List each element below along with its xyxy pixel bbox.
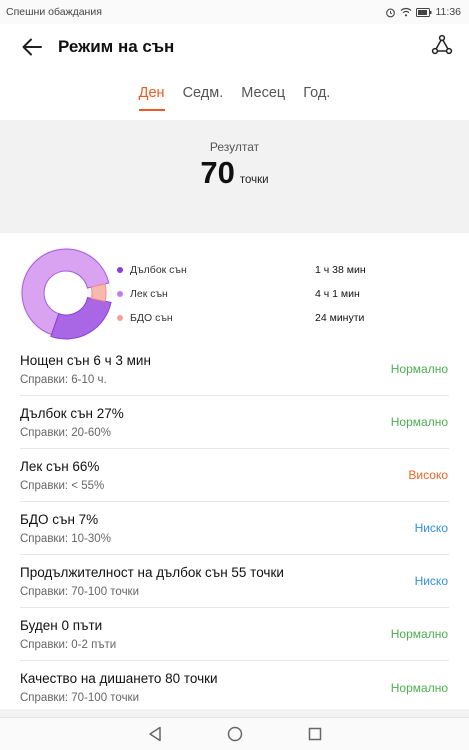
legend-row-deep: Дълбок сън 1 ч 38 мин (117, 258, 367, 282)
list-item: Лек сън 66% Справки: < 55% Високо (20, 449, 449, 502)
status-icons: 11:36 (385, 6, 462, 18)
system-nav-bar (0, 717, 469, 750)
metric-reference: Справки: 70-100 точки (20, 585, 140, 598)
arrow-left-icon (22, 38, 42, 56)
status-badge: Нормално (390, 680, 448, 695)
metric-title: Продължителност на дълбок сън 55 точки (20, 564, 284, 580)
metric-title: Дълбок сън 27% (20, 405, 124, 421)
legend-row-rem: БДО сън 24 минути (117, 306, 367, 330)
list-item: Дълбок сън 27% Справки: 20-60% Нормално (20, 396, 449, 449)
sleep-donut-chart (20, 247, 112, 340)
tab-day[interactable]: Ден (138, 73, 165, 113)
metric-title: Качество на дишането 80 точки (20, 671, 218, 686)
score-unit: точки (239, 174, 269, 186)
legend-value: 4 ч 1 мин (315, 288, 360, 300)
status-badge: Нормално (390, 415, 448, 429)
legend-name: Лек сън (130, 288, 168, 300)
period-tabs: Ден Седм. Месец Год. (0, 70, 469, 116)
page-title: Режим на сън (58, 37, 175, 56)
section-gap (0, 213, 469, 233)
status-badge: Високо (408, 468, 448, 482)
status-bar: Спешни обаждания 11:36 (0, 0, 469, 24)
alarm-icon (385, 8, 395, 17)
triangle-back-icon (148, 726, 161, 742)
list-item: Буден 0 пъти Справки: 0-2 пъти Нормално (20, 608, 449, 661)
legend-name: Дълбок сън (130, 264, 187, 276)
legend-value: 1 ч 38 мин (315, 264, 366, 276)
tab-week[interactable]: Седм. (183, 73, 224, 113)
metric-title: Лек сън 66% (20, 458, 100, 474)
bottom-divider (0, 709, 469, 717)
list-item: Продължителност на дълбок сън 55 точки Сп… (20, 555, 449, 608)
share-icon (431, 34, 453, 55)
tab-year[interactable]: Год. (303, 73, 330, 113)
score-value: 70 (200, 155, 235, 190)
metric-reference: Справки: 0-2 пъти (20, 638, 117, 651)
metric-reference: Справки: 10-30% (20, 532, 111, 545)
sleep-summary-card: Дълбок сън 1 ч 38 мин Лек сън 4 ч 1 мин … (0, 233, 469, 343)
list-item: Нощен сън 6 ч 3 мин Справки: 6-10 ч. Норм… (20, 343, 449, 396)
nav-recent-button[interactable] (305, 724, 325, 744)
metric-reference: Справки: 6-10 ч. (20, 373, 107, 386)
app-bar: Режим на сън (0, 24, 469, 70)
legend-dot-rem (117, 315, 123, 321)
status-badge: Нормално (390, 627, 448, 641)
square-recent-icon (308, 727, 321, 741)
metric-title: Нощен сън 6 ч 3 мин (20, 352, 151, 368)
score-label: Резултат (209, 140, 260, 154)
nav-home-button[interactable] (225, 724, 245, 744)
list-item: Качество на дишането 80 точки Справки: 70… (20, 661, 449, 714)
legend-row-light: Лек сън 4 ч 1 мин (117, 282, 367, 306)
score-row: 70 точки (200, 155, 268, 191)
legend-value: 24 минути (315, 312, 365, 324)
legend-dot-light (117, 291, 123, 297)
back-button[interactable] (20, 35, 44, 59)
tab-month[interactable]: Месец (241, 73, 285, 113)
legend-dot-deep (117, 267, 123, 273)
score-panel: Резултат 70 точки (0, 120, 469, 213)
battery-icon (415, 7, 431, 17)
nav-back-button[interactable] (145, 724, 165, 744)
status-badge: Ниско (414, 574, 448, 588)
donut-segment-rem (90, 283, 107, 302)
metric-reference: Справки: 70-100 точки (20, 692, 140, 704)
wifi-icon (400, 7, 411, 17)
metric-title: БДО сън 7% (20, 511, 99, 527)
carrier-text: Спешни обаждания (6, 6, 102, 18)
clock-time: 11:36 (435, 6, 462, 18)
list-item: БДО сън 7% Справки: 10-30% Ниско (20, 502, 449, 555)
metric-reference: Справки: < 55% (20, 479, 105, 492)
legend-name: БДО сън (130, 312, 173, 324)
metric-reference: Справки: 20-60% (20, 426, 111, 439)
metric-title: Буден 0 пъти (20, 617, 103, 633)
circle-home-icon (227, 726, 242, 742)
sleep-legend: Дълбок сън 1 ч 38 мин Лек сън 4 ч 1 мин … (117, 258, 367, 330)
status-badge: Нормално (390, 362, 448, 376)
status-badge: Ниско (414, 521, 448, 535)
share-button[interactable] (431, 34, 455, 58)
metrics-list: Нощен сън 6 ч 3 мин Справки: 6-10 ч. Норм… (0, 343, 469, 714)
